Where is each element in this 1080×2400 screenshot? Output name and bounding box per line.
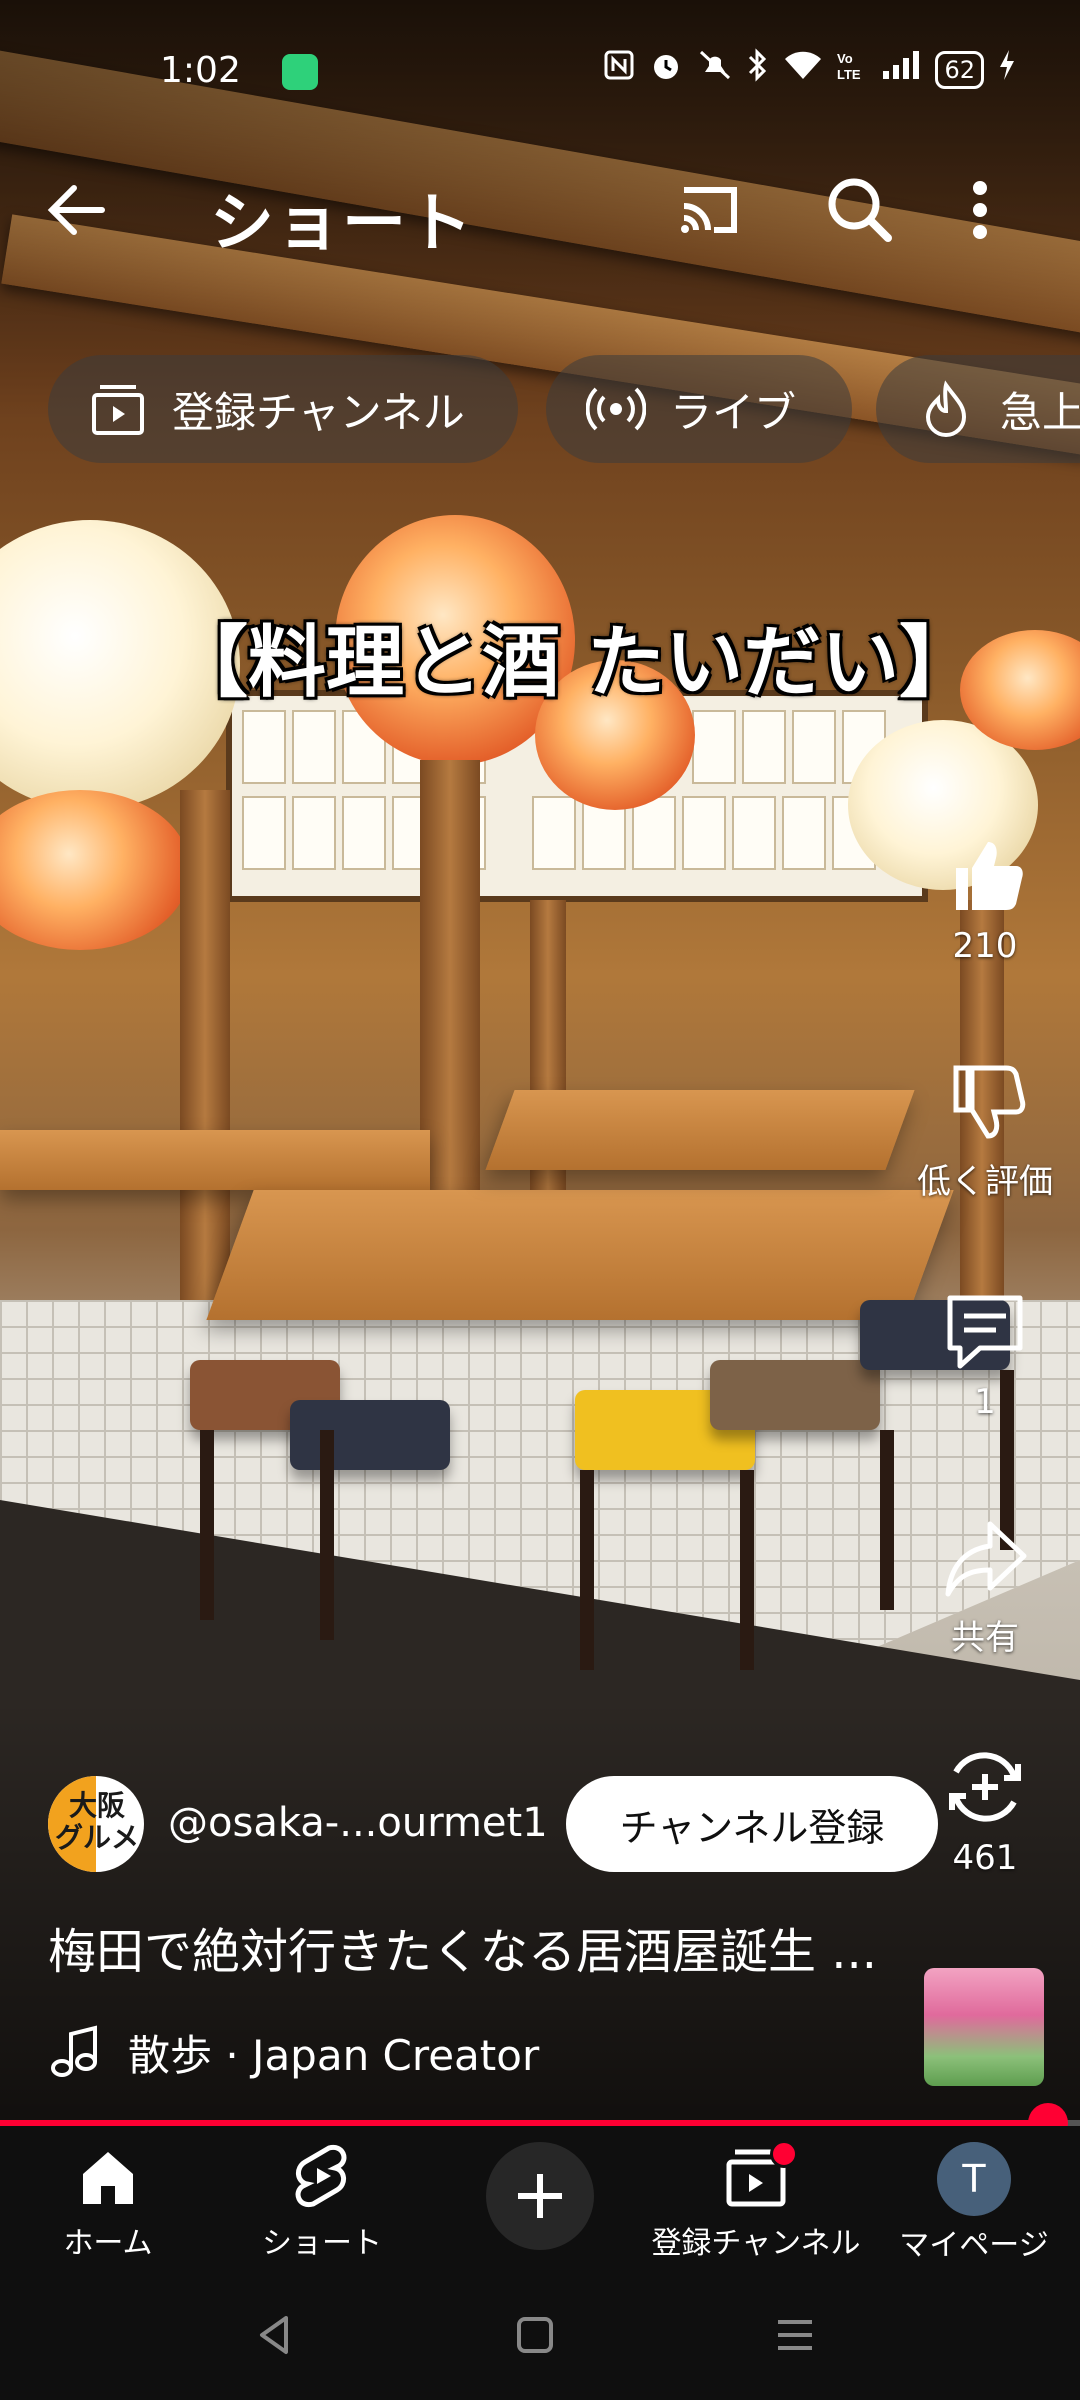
comments-button[interactable]: 1 [900,1286,1070,1422]
app-notification-icon [282,54,318,90]
remix-icon [949,1752,1021,1822]
mute-icon [697,48,733,91]
thumbs-up-icon [956,842,1023,910]
filter-chips: 登録チャンネル ライブ 急上 [0,355,1080,465]
channel-avatar[interactable]: 大阪 グルメ [48,1776,144,1872]
shorts-icon [295,2144,347,2208]
signal-icon [881,49,921,90]
share-label: 共有 [951,1618,1019,1658]
bluetooth-icon [747,48,769,91]
nav-subscriptions[interactable]: 登録チャンネル [648,2142,864,2262]
back-button[interactable] [40,170,130,250]
music-note-icon [51,2025,97,2077]
counter-table [206,1190,954,1320]
menu-lines-icon [778,2320,812,2350]
nav-mypage[interactable]: T マイページ [894,2142,1054,2264]
system-navigation-bar [0,2266,1080,2400]
top-app-bar: ショート [0,150,1080,270]
stool [710,1360,880,1430]
trending-icon [925,380,967,437]
system-home-button[interactable] [510,2310,560,2364]
share-icon [945,1521,1027,1597]
new-content-badge [770,2140,798,2168]
alarm-icon [649,48,683,91]
chip-label: ライブ [670,387,797,437]
battery-level: 62 [935,50,984,89]
nav-label: マイページ [899,2228,1049,2263]
chip-live[interactable]: ライブ [546,355,852,463]
dislike-button[interactable]: 低く評価 [900,1058,1070,1203]
channel-row: 大阪 グルメ @osaka-...ourmet1 チャンネル登録 [48,1776,938,1876]
chip-label: 急上 [1000,387,1080,437]
page-title: ショート [210,187,474,261]
share-button[interactable]: 共有 [900,1514,1070,1659]
cast-icon [681,187,737,233]
nfc-icon [603,49,635,90]
wifi-icon [783,49,823,90]
subscriptions-icon [92,385,144,435]
system-back-button[interactable] [250,2310,300,2364]
music-row[interactable]: 散歩 · Japan Creator [48,2022,539,2082]
charging-icon [998,49,1016,90]
stool [290,1400,450,1470]
video-overlay-text: 【料理と酒 たいだい】 [170,617,978,708]
account-avatar: T [937,2142,1011,2216]
more-vert-icon [973,181,987,239]
create-button[interactable] [486,2142,594,2250]
chip-label: 登録チャンネル [172,387,465,437]
volte-icon: Vo LTE [837,49,867,90]
chip-subscriptions[interactable]: 登録チャンネル [48,355,518,463]
search-icon [828,178,892,242]
square-home-icon [517,2317,553,2353]
bottom-navigation: ホーム ショート 登録チャンネル T マイページ [0,2126,1080,2266]
comment-icon [947,1295,1023,1369]
comment-count: 1 [974,1382,996,1422]
system-recents-button[interactable] [770,2310,820,2364]
nav-shorts[interactable]: ショート [252,2142,392,2262]
chip-trending[interactable]: 急上 [876,355,1080,463]
nav-label: 登録チャンネル [651,2226,861,2261]
home-icon [83,2152,133,2204]
avatar-text: 大阪 グルメ [54,1789,139,1854]
thumbs-down-icon [953,1065,1026,1139]
status-bar: 1:02 Vo LTE 62 [0,40,1080,104]
live-icon [586,387,646,431]
svg-text:LTE: LTE [837,67,861,81]
counter-table [0,1130,430,1190]
dislike-label: 低く評価 [917,1162,1053,1202]
subscribe-button[interactable]: チャンネル登録 [566,1776,938,1872]
nav-home[interactable]: ホーム [48,2142,168,2262]
nav-label: ショート [262,2226,382,2261]
channel-handle[interactable]: @osaka-...ourmet1 [168,1800,548,1846]
counter-table [485,1090,915,1170]
music-text: 散歩 · Japan Creator [128,2030,540,2080]
lantern [0,790,190,950]
svg-text:Vo: Vo [837,51,853,66]
like-button[interactable]: 210 [900,830,1070,966]
search-button[interactable] [820,170,910,250]
plus-icon [518,2174,562,2218]
cast-button[interactable] [670,170,760,250]
arrow-left-icon [47,185,105,235]
sound-thumbnail[interactable] [924,1968,1044,2086]
triangle-back-icon [260,2316,288,2354]
status-time: 1:02 [160,50,241,91]
like-count: 210 [952,926,1018,966]
more-options-button[interactable] [960,170,1050,250]
nav-label: ホーム [63,2226,153,2261]
video-description[interactable]: 梅田で絶対行きたくなる居酒屋誕生 ... [48,1912,888,1982]
